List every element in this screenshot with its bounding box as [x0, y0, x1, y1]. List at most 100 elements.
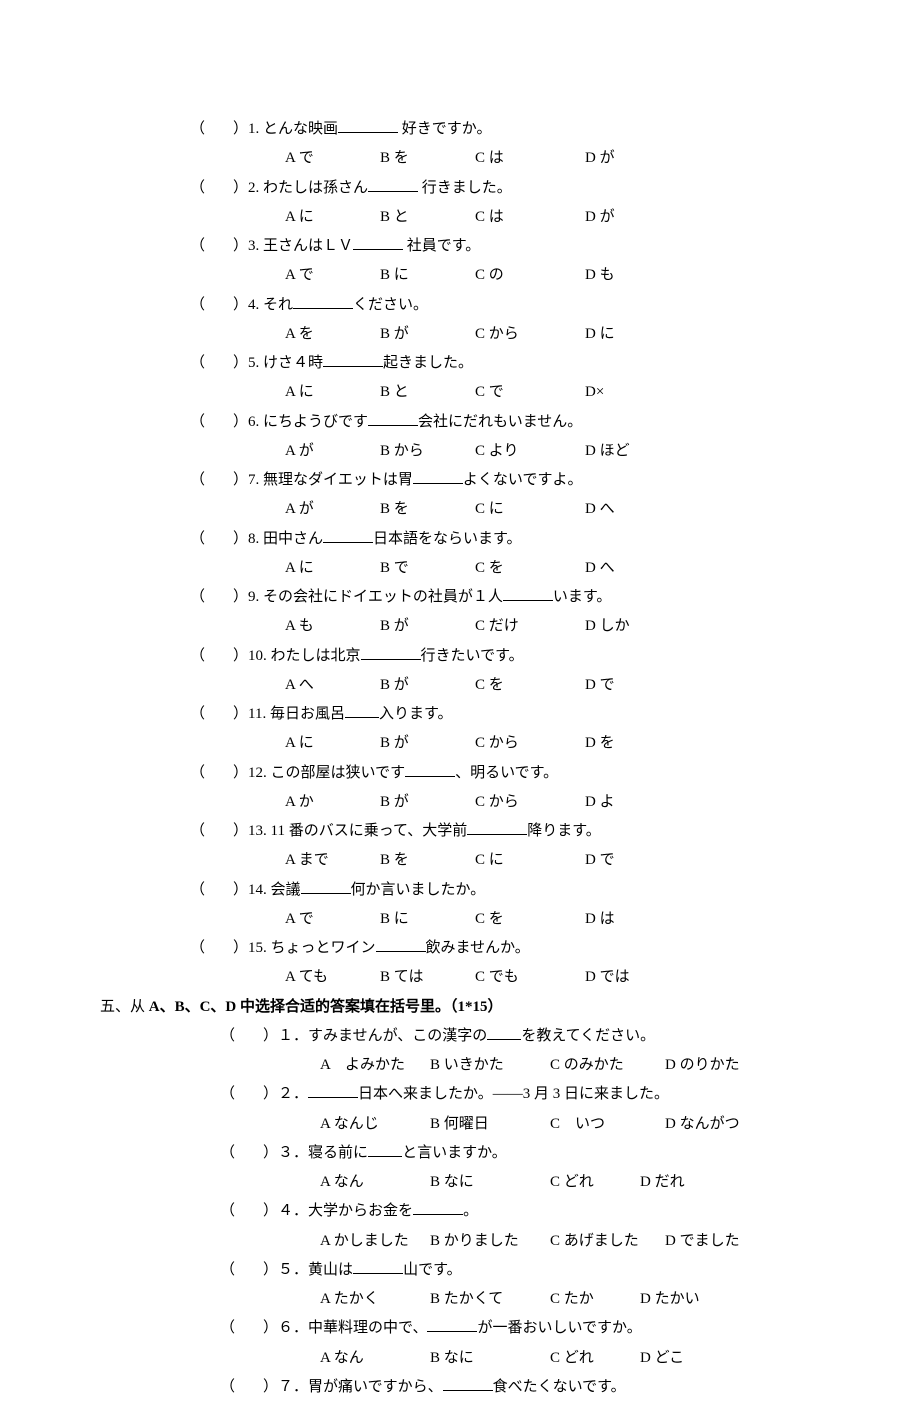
qtext: 11 番のバスに乗って、大学前	[271, 823, 468, 839]
qnum: 6.	[248, 414, 259, 430]
options-a6: A がB からC よりD ほど	[190, 437, 805, 466]
opt-b: B に	[380, 261, 475, 290]
opt-a: A も	[285, 612, 380, 641]
question-a14: （）14. 会議何か言いましたか。	[190, 876, 805, 905]
qtext-post: を教えてください。	[521, 1028, 655, 1044]
section-b-heading: 五、从 A、B、C、D 中选择合适的答案填在括号里。（1*15）	[100, 993, 805, 1022]
qtext-post: 行きたいです。	[421, 648, 524, 664]
qtext: けさ４時	[263, 355, 323, 371]
question-b6: （）６．中華料理の中で、が一番おいしいですか。	[190, 1314, 805, 1343]
opt-d: D だれ	[640, 1168, 685, 1197]
qnum: 5.	[248, 355, 259, 371]
blank	[368, 176, 418, 192]
opt-b: B を	[380, 846, 475, 875]
options-a9: A もB がC だけD しか	[190, 612, 805, 641]
question-b4: （）４．大学からお金を。	[190, 1197, 805, 1226]
opt-a: A ても	[285, 963, 380, 992]
opt-c: C でも	[475, 963, 585, 992]
options-a2: A にB とC はD が	[190, 203, 805, 232]
blank	[345, 702, 379, 718]
qtext-post: 日本へ来ましたか。——3 月 3 日に来ました。	[358, 1086, 669, 1102]
question-a1: （）1. とんな映画 好きですか。	[190, 115, 805, 144]
blank	[503, 585, 553, 601]
qtext-post: と言いますか。	[402, 1145, 507, 1161]
opt-d: D は	[585, 905, 615, 934]
opt-b: B ては	[380, 963, 475, 992]
blank	[301, 878, 351, 894]
qtext: すみませんが、この漢字の	[308, 1028, 487, 1044]
qtext: ちょっとワイン	[271, 940, 376, 956]
question-b7: （）７．胃が痛いですから、食べたくないです。	[190, 1373, 805, 1402]
qnum: 14.	[248, 882, 267, 898]
opt-c: C の	[475, 261, 585, 290]
qtext-post: 山です。	[403, 1262, 462, 1278]
qtext-post: よくないですよ。	[463, 472, 583, 488]
opt-b: B が	[380, 788, 475, 817]
blank	[323, 527, 373, 543]
question-a11: （）11. 毎日お風呂入ります。	[190, 700, 805, 729]
qnum: １．	[278, 1028, 308, 1044]
blank	[427, 1316, 477, 1332]
qtext: 会議	[271, 882, 301, 898]
opt-a: A に	[285, 378, 380, 407]
options-a14: A でB にC をD は	[190, 905, 805, 934]
opt-c: C より	[475, 437, 585, 466]
qtext: 大学からお金を	[308, 1203, 413, 1219]
opt-c: C だけ	[475, 612, 585, 641]
qnum: ７．	[278, 1379, 308, 1395]
heading-prefix: 五、从	[100, 999, 149, 1015]
blank	[368, 410, 418, 426]
opt-c: C を	[475, 905, 585, 934]
options-a1: A でB をC はD が	[190, 144, 805, 173]
opt-a: A まで	[285, 846, 380, 875]
question-a6: （）6. にちようびです会社にだれもいません。	[190, 408, 805, 437]
opt-a: A なん	[320, 1344, 430, 1373]
blank	[443, 1375, 493, 1391]
opt-c: C を	[475, 554, 585, 583]
qtext: わたしは北京	[271, 648, 361, 664]
opt-b: B を	[380, 144, 475, 173]
options-a4: A をB がC からD に	[190, 320, 805, 349]
qtext-post: 起きました。	[383, 355, 473, 371]
qtext: 無理なダイエットは胃	[263, 472, 413, 488]
blank	[405, 761, 455, 777]
opt-b: B を	[380, 495, 475, 524]
qtext: 中華料理の中で、	[308, 1320, 427, 1336]
question-a9: （）9. その会社にドイエットの社員が１人います。	[190, 583, 805, 612]
opt-a: A なんじ	[320, 1110, 430, 1139]
question-b3: （）３．寝る前にと言いますか。	[190, 1139, 805, 1168]
opt-d: D のりかた	[665, 1051, 740, 1080]
opt-a: A に	[285, 729, 380, 758]
opt-d: D へ	[585, 554, 615, 583]
section-b-body: （）１．すみませんが、この漢字のを教えてください。 A よみかたB いきかたC …	[190, 1022, 805, 1402]
opt-b: B が	[380, 320, 475, 349]
question-b1: （）１．すみませんが、この漢字のを教えてください。	[190, 1022, 805, 1051]
blank	[338, 117, 398, 133]
blank	[467, 819, 527, 835]
qtext: わたしは孫さん	[263, 180, 368, 196]
opt-a: A を	[285, 320, 380, 349]
options-a10: A へB がC をD で	[190, 671, 805, 700]
blank	[323, 351, 383, 367]
qnum: 2.	[248, 180, 259, 196]
qtext: それ	[263, 297, 293, 313]
opt-d: D どこ	[640, 1344, 684, 1373]
opt-d: D×	[585, 378, 604, 407]
options-a3: A でB にC のD も	[190, 261, 805, 290]
opt-a: A が	[285, 495, 380, 524]
qtext: 黄山は	[308, 1262, 353, 1278]
opt-b: B と	[380, 203, 475, 232]
qnum: 4.	[248, 297, 259, 313]
qnum: 12.	[248, 765, 267, 781]
qtext: 毎日お風呂	[270, 706, 345, 722]
qtext: 王さんはＬＶ	[263, 238, 353, 254]
qtext-post: 何か言いましたか。	[351, 882, 486, 898]
heading-points: 1*15	[458, 999, 488, 1015]
options-b3: A なんB なにC どれD だれ	[190, 1168, 805, 1197]
opt-c: C どれ	[550, 1168, 640, 1197]
blank	[368, 1141, 402, 1157]
blank	[361, 644, 421, 660]
qnum: ２．	[278, 1086, 308, 1102]
blank	[487, 1024, 521, 1040]
blank	[308, 1082, 358, 1098]
